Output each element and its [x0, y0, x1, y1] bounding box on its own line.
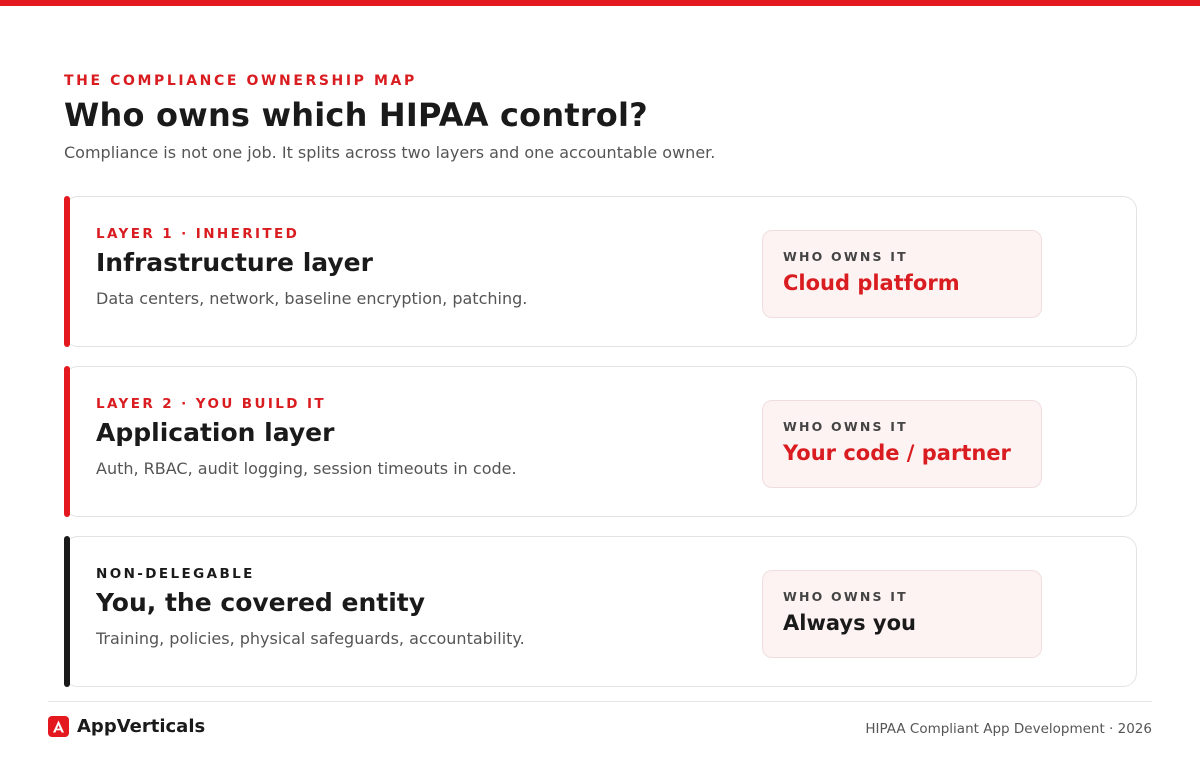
owner-box: WHO OWNS IT Your code / partner	[762, 400, 1042, 488]
card-accent-bar	[63, 535, 70, 687]
layer-description: Training, policies, physical safeguards,…	[96, 629, 525, 648]
owner-value: Cloud platform	[783, 271, 960, 295]
layer-card-application: LAYER 2 · YOU BUILD IT Application layer…	[63, 365, 1137, 517]
footer-divider	[48, 701, 1152, 702]
appverticals-logo-icon	[48, 716, 69, 737]
eyebrow-label: THE COMPLIANCE OWNERSHIP MAP	[64, 73, 417, 89]
footer-tagline: HIPAA Compliant App Development · 2026	[865, 721, 1152, 737]
owner-label: WHO OWNS IT	[783, 419, 908, 434]
layer-name: You, the covered entity	[96, 588, 426, 617]
layer-name: Application layer	[96, 418, 335, 447]
owner-box: WHO OWNS IT Always you	[762, 570, 1042, 658]
top-accent-bar	[0, 0, 1200, 6]
layer-card-covered-entity: NON-DELEGABLE You, the covered entity Tr…	[63, 535, 1137, 687]
owner-label: WHO OWNS IT	[783, 249, 908, 264]
page-subtitle: Compliance is not one job. It splits acr…	[64, 143, 716, 162]
brand: AppVerticals	[48, 716, 205, 737]
layer-tag: LAYER 2 · YOU BUILD IT	[96, 396, 327, 412]
owner-value: Your code / partner	[783, 441, 1011, 465]
card-accent-bar	[63, 365, 70, 517]
owner-box: WHO OWNS IT Cloud platform	[762, 230, 1042, 318]
layer-name: Infrastructure layer	[96, 248, 373, 277]
brand-name: AppVerticals	[77, 716, 206, 737]
layer-card-infrastructure: LAYER 1 · INHERITED Infrastructure layer…	[63, 195, 1137, 347]
card-accent-bar	[63, 195, 70, 347]
owner-label: WHO OWNS IT	[783, 589, 908, 604]
layer-description: Auth, RBAC, audit logging, session timeo…	[96, 459, 517, 478]
page-title: Who owns which HIPAA control?	[64, 96, 648, 134]
layer-tag: NON-DELEGABLE	[96, 566, 255, 582]
layer-tag: LAYER 1 · INHERITED	[96, 226, 300, 242]
layer-description: Data centers, network, baseline encrypti…	[96, 289, 528, 308]
owner-value: Always you	[783, 611, 916, 635]
